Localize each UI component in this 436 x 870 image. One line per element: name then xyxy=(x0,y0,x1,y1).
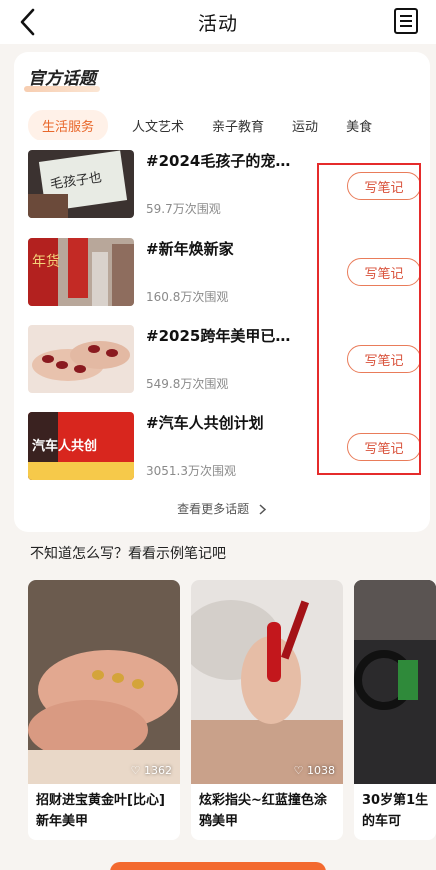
write-note-button[interactable]: 写笔记 xyxy=(347,433,421,461)
topic-thumbnail xyxy=(28,325,134,393)
example-note-card[interactable]: ♡ 1362 招财进宝黄金叶[比心]新年美甲 xyxy=(28,580,180,840)
menu-button[interactable] xyxy=(392,6,420,36)
tab-food[interactable]: 美食 xyxy=(346,111,372,140)
write-note-button[interactable]: 写笔记 xyxy=(347,258,421,286)
document-list-icon xyxy=(394,8,418,34)
topic-item[interactable]: #2025跨年美甲已… 549.8万次围观 xyxy=(28,325,320,397)
topic-thumbnail: 年货 xyxy=(28,238,134,306)
official-topics-card: 官方话题 生活服务 人文艺术 亲子教育 运动 美食 毛孩子也 #2024毛孩子的… xyxy=(14,52,430,532)
topic-name: #2025跨年美甲已… xyxy=(146,327,291,345)
topic-views: 59.7万次围观 xyxy=(146,202,221,216)
write-note-button[interactable]: 写笔记 xyxy=(347,172,421,200)
svg-text:年货: 年货 xyxy=(32,253,60,270)
tab-life-services[interactable]: 生活服务 xyxy=(28,110,109,140)
write-note-button[interactable]: 写笔记 xyxy=(347,345,421,373)
top-bar: 活动 xyxy=(0,0,436,44)
topic-views: 549.8万次围观 xyxy=(146,377,229,391)
category-tabs: 生活服务 人文艺术 亲子教育 运动 美食 xyxy=(28,110,430,140)
more-topics-label: 查看更多话题 xyxy=(177,502,250,516)
example-note-caption: 炫彩指尖~红蓝撞色涂鸦美甲 xyxy=(199,793,327,829)
tab-parenting[interactable]: 亲子教育 xyxy=(212,111,264,140)
tab-humanities-art[interactable]: 人文艺术 xyxy=(132,111,184,140)
svg-text:汽车人共创: 汽车人共创 xyxy=(32,438,97,454)
bottom-action-bar[interactable] xyxy=(110,862,326,870)
example-note-card[interactable]: ♡ 1038 炫彩指尖~红蓝撞色涂鸦美甲 xyxy=(191,580,343,840)
example-note-card[interactable]: 30岁第1生的车可 xyxy=(354,580,436,840)
page-title: 活动 xyxy=(197,12,238,35)
chevron-right-icon xyxy=(259,504,267,515)
topic-item[interactable]: 汽车人共创 #汽车人共创计划 3051.3万次围观 xyxy=(28,412,320,484)
likes-count: ♡ 1038 xyxy=(293,764,335,777)
topic-name: #2024毛孩子的宠… xyxy=(146,152,291,170)
topic-thumbnail: 毛孩子也 xyxy=(28,150,134,218)
topic-item[interactable]: 年货 #新年焕新家 160.8万次围观 xyxy=(28,238,320,310)
topic-name: #新年焕新家 xyxy=(146,240,234,258)
topic-thumbnail: 汽车人共创 xyxy=(28,412,134,480)
topic-item[interactable]: 毛孩子也 #2024毛孩子的宠… 59.7万次围观 xyxy=(28,150,320,222)
topic-name: #汽车人共创计划 xyxy=(146,414,264,432)
more-topics-link[interactable]: 查看更多话题 xyxy=(14,500,430,517)
examples-title: 不知道怎么写？看看示例笔记吧 xyxy=(30,546,226,562)
example-note-image xyxy=(28,580,180,784)
example-note-caption: 招财进宝黄金叶[比心]新年美甲 xyxy=(36,793,165,829)
chevron-left-icon xyxy=(20,8,35,36)
likes-count: ♡ 1362 xyxy=(130,764,172,777)
section-title: 官方话题 xyxy=(28,69,96,89)
example-note-image xyxy=(354,580,436,784)
topic-views: 3051.3万次围观 xyxy=(146,464,236,478)
example-note-caption: 30岁第1生的车可 xyxy=(362,793,429,829)
example-note-image xyxy=(191,580,343,784)
topic-views: 160.8万次围观 xyxy=(146,290,229,304)
tab-sports[interactable]: 运动 xyxy=(292,111,318,140)
back-button[interactable] xyxy=(10,4,46,40)
